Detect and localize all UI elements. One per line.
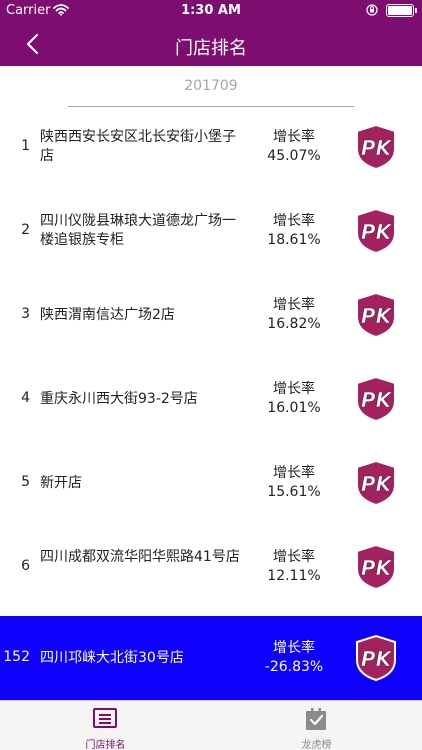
pk-shield-icon[interactable]: PK bbox=[354, 634, 398, 682]
pk-shield-icon[interactable]: PK bbox=[354, 375, 398, 423]
ranking-row[interactable]: 5 新开店 增长率 15.61% PK bbox=[0, 441, 422, 525]
ranking-row[interactable]: 3 陕西渭南信达广场2店 增长率 16.82% PK bbox=[0, 273, 422, 357]
rank-number: 1 bbox=[21, 138, 30, 154]
store-name: 陕西西安长安区北长安街小堡子店 bbox=[40, 129, 236, 164]
ranking-row[interactable]: 6 四川成都双流华阳华熙路41号店 增长率 12.11% PK bbox=[0, 525, 422, 609]
growth-rate-value: 15.61% bbox=[267, 484, 321, 500]
rank-number: 6 bbox=[21, 558, 30, 574]
pk-shield-icon[interactable]: PK bbox=[354, 459, 398, 507]
pk-shield-icon[interactable]: PK bbox=[354, 123, 398, 171]
rank-number: 4 bbox=[21, 390, 30, 406]
growth-rate-label: 增长率 bbox=[273, 640, 315, 656]
growth-metric: 增长率 16.82% bbox=[248, 296, 340, 334]
store-name: 新开店 bbox=[40, 474, 82, 491]
ranking-row[interactable]: 152 四川邛崃大北街30号店 增长率 -26.83% PK bbox=[0, 616, 422, 700]
growth-metric: 增长率 -26.83% bbox=[248, 639, 340, 677]
growth-rate-value: 45.07% bbox=[267, 148, 321, 164]
battery-icon bbox=[386, 4, 417, 17]
growth-rate-label: 增长率 bbox=[273, 381, 315, 397]
growth-rate-label: 增长率 bbox=[273, 297, 315, 313]
svg-text:PK: PK bbox=[361, 304, 393, 328]
growth-rate-label: 增长率 bbox=[273, 129, 315, 145]
svg-text:PK: PK bbox=[361, 388, 393, 412]
store-name: 陕西渭南信达广场2店 bbox=[40, 306, 175, 323]
store-name: 四川邛崃大北街30号店 bbox=[40, 649, 184, 666]
rank-number: 3 bbox=[21, 306, 30, 322]
growth-rate-value: 16.01% bbox=[267, 400, 321, 416]
growth-rate-value: -26.83% bbox=[264, 659, 324, 675]
svg-text:PK: PK bbox=[361, 556, 393, 580]
pk-shield-icon[interactable]: PK bbox=[354, 207, 398, 255]
growth-metric: 增长率 18.61% bbox=[248, 212, 340, 250]
page-title: 门店排名 bbox=[175, 38, 247, 59]
nav-bar: 门店排名 bbox=[0, 22, 422, 66]
growth-metric: 增长率 16.01% bbox=[248, 380, 340, 418]
tab-leaderboard[interactable]: 龙虎榜 bbox=[211, 701, 422, 750]
status-bar: Carrier 1:30 AM bbox=[0, 0, 422, 22]
pk-shield-icon[interactable]: PK bbox=[354, 291, 398, 339]
store-name: 重庆永川西大街93-2号店 bbox=[40, 390, 198, 407]
clipboard-check-icon bbox=[306, 708, 326, 730]
svg-text:PK: PK bbox=[361, 647, 393, 671]
svg-text:PK: PK bbox=[361, 220, 393, 244]
growth-metric: 增长率 15.61% bbox=[248, 464, 340, 502]
tab-bar: 门店排名 龙虎榜 bbox=[0, 700, 422, 750]
list-icon bbox=[93, 708, 117, 728]
growth-rate-label: 增长率 bbox=[273, 465, 315, 481]
growth-rate-value: 12.11% bbox=[267, 568, 321, 584]
rank-number: 5 bbox=[21, 474, 30, 490]
growth-metric: 增长率 12.11% bbox=[248, 548, 340, 586]
pk-shield-icon[interactable]: PK bbox=[354, 543, 398, 591]
growth-rate-label: 增长率 bbox=[273, 213, 315, 229]
tab-label: 门店排名 bbox=[85, 740, 126, 750]
ranking-row[interactable]: 2 四川仪陇县琳琅大道德龙广场一楼追银族专柜 增长率 18.61% PK bbox=[0, 189, 422, 273]
growth-rate-value: 16.82% bbox=[267, 316, 321, 332]
rank-number: 152 bbox=[3, 649, 30, 665]
ranking-row[interactable]: 1 陕西西安长安区北长安街小堡子店 增长率 45.07% PK bbox=[0, 105, 422, 189]
svg-text:PK: PK bbox=[361, 472, 393, 496]
ranking-row[interactable]: 4 重庆永川西大街93-2号店 增长率 16.01% PK bbox=[0, 357, 422, 441]
rotation-lock-icon bbox=[366, 4, 378, 16]
svg-text:PK: PK bbox=[361, 136, 393, 160]
tab-label: 龙虎榜 bbox=[301, 740, 332, 750]
store-name: 四川成都双流华阳华熙路41号店 bbox=[40, 549, 240, 565]
tab-store-ranking[interactable]: 门店排名 bbox=[0, 701, 211, 750]
clock: 1:30 AM bbox=[181, 3, 241, 18]
period-label: 201709 bbox=[68, 78, 354, 107]
store-name: 四川仪陇县琳琅大道德龙广场一楼追银族专柜 bbox=[40, 213, 236, 248]
growth-rate-label: 增长率 bbox=[273, 549, 315, 565]
growth-metric: 增长率 45.07% bbox=[248, 128, 340, 166]
rank-number: 2 bbox=[21, 222, 30, 238]
growth-rate-value: 18.61% bbox=[267, 232, 321, 248]
